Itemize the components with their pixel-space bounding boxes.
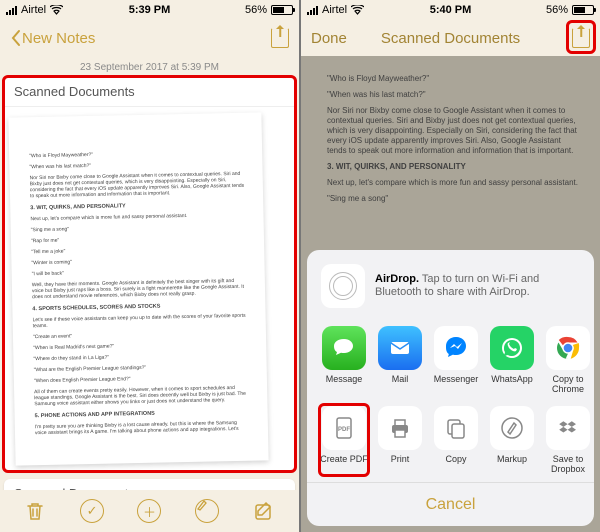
battery-icon: [271, 5, 293, 15]
action-label: Print: [391, 454, 410, 464]
back-label: New Notes: [22, 30, 95, 47]
carrier: Airtel: [322, 4, 347, 16]
add-button[interactable]: ＋: [137, 499, 161, 523]
action-markup[interactable]: Markup: [485, 406, 539, 474]
action-label: Copy: [445, 454, 466, 464]
airdrop-row[interactable]: AirDrop. Tap to turn on Wi-Fi and Blueto…: [307, 258, 594, 320]
note-timestamp: 23 September 2017 at 5:39 PM: [2, 62, 297, 73]
signal-icon: [307, 6, 318, 15]
trash-icon[interactable]: [23, 499, 47, 523]
battery-pct: 56%: [245, 4, 267, 16]
wifi-icon: [50, 5, 63, 15]
action-create-pdf[interactable]: PDF Create PDF: [317, 406, 371, 474]
compose-icon[interactable]: [252, 499, 276, 523]
airdrop-icon: [321, 264, 365, 308]
share-sheet: AirDrop. Tap to turn on Wi-Fi and Blueto…: [307, 250, 594, 526]
share-button[interactable]: [572, 28, 590, 48]
app-row: Message Mail Messenger WhatsApp Copy toC…: [307, 320, 594, 400]
content-dimmed: "Who is Floyd Mayweather?" "When was his…: [301, 56, 600, 532]
markup-button[interactable]: [195, 499, 219, 523]
battery-icon: [572, 5, 594, 15]
airdrop-lead: AirDrop.: [375, 273, 419, 285]
action-copy[interactable]: Copy: [429, 406, 483, 474]
nav-bar: Done Scanned Documents: [301, 20, 600, 56]
scanned-doc-card[interactable]: Scanned Documents "Who is Floyd Mayweath…: [4, 77, 295, 471]
done-button[interactable]: Done: [311, 30, 347, 47]
clock: 5:39 PM: [129, 4, 171, 16]
nav-title: Scanned Documents: [381, 30, 520, 47]
app-label: Copy toChrome: [552, 374, 584, 394]
action-label: Markup: [497, 454, 527, 464]
app-messenger[interactable]: Messenger: [429, 326, 483, 394]
app-label: WhatsApp: [491, 374, 533, 384]
app-mail[interactable]: Mail: [373, 326, 427, 394]
battery-pct: 56%: [546, 4, 568, 16]
app-chrome[interactable]: Copy toChrome: [541, 326, 594, 394]
app-label: Mail: [392, 374, 409, 384]
clock: 5:40 PM: [430, 4, 472, 16]
status-bar: Airtel 5:40 PM 56%: [301, 0, 600, 20]
phone-right: Airtel 5:40 PM 56% Done Scanned Document…: [301, 0, 600, 532]
app-label: Message: [326, 374, 363, 384]
signal-icon: [6, 6, 17, 15]
share-button[interactable]: [271, 28, 289, 48]
checklist-button[interactable]: ✓: [80, 499, 104, 523]
cancel-button[interactable]: Cancel: [307, 482, 594, 526]
scanned-doc-card-2[interactable]: Scanned Documents: [4, 479, 295, 490]
app-label: Messenger: [434, 374, 479, 384]
nav-bar: New Notes: [0, 20, 299, 56]
chevron-left-icon: [13, 31, 19, 45]
carrier: Airtel: [21, 4, 46, 16]
card-title-2: Scanned Documents: [4, 479, 295, 490]
action-label: Save toDropbox: [551, 454, 585, 474]
app-message[interactable]: Message: [317, 326, 371, 394]
status-bar: Airtel 5:39 PM 56%: [0, 0, 299, 20]
action-print[interactable]: Print: [373, 406, 427, 474]
action-dropbox[interactable]: Save toDropbox: [541, 406, 594, 474]
toolbar: ✓ ＋: [0, 490, 299, 532]
app-whatsapp[interactable]: WhatsApp: [485, 326, 539, 394]
phone-left: Airtel 5:39 PM 56% New Notes 23 Septembe…: [0, 0, 299, 532]
action-row: PDF Create PDF Print Copy Markup S: [307, 400, 594, 482]
back-button[interactable]: New Notes: [10, 29, 95, 47]
wifi-icon: [351, 5, 364, 15]
